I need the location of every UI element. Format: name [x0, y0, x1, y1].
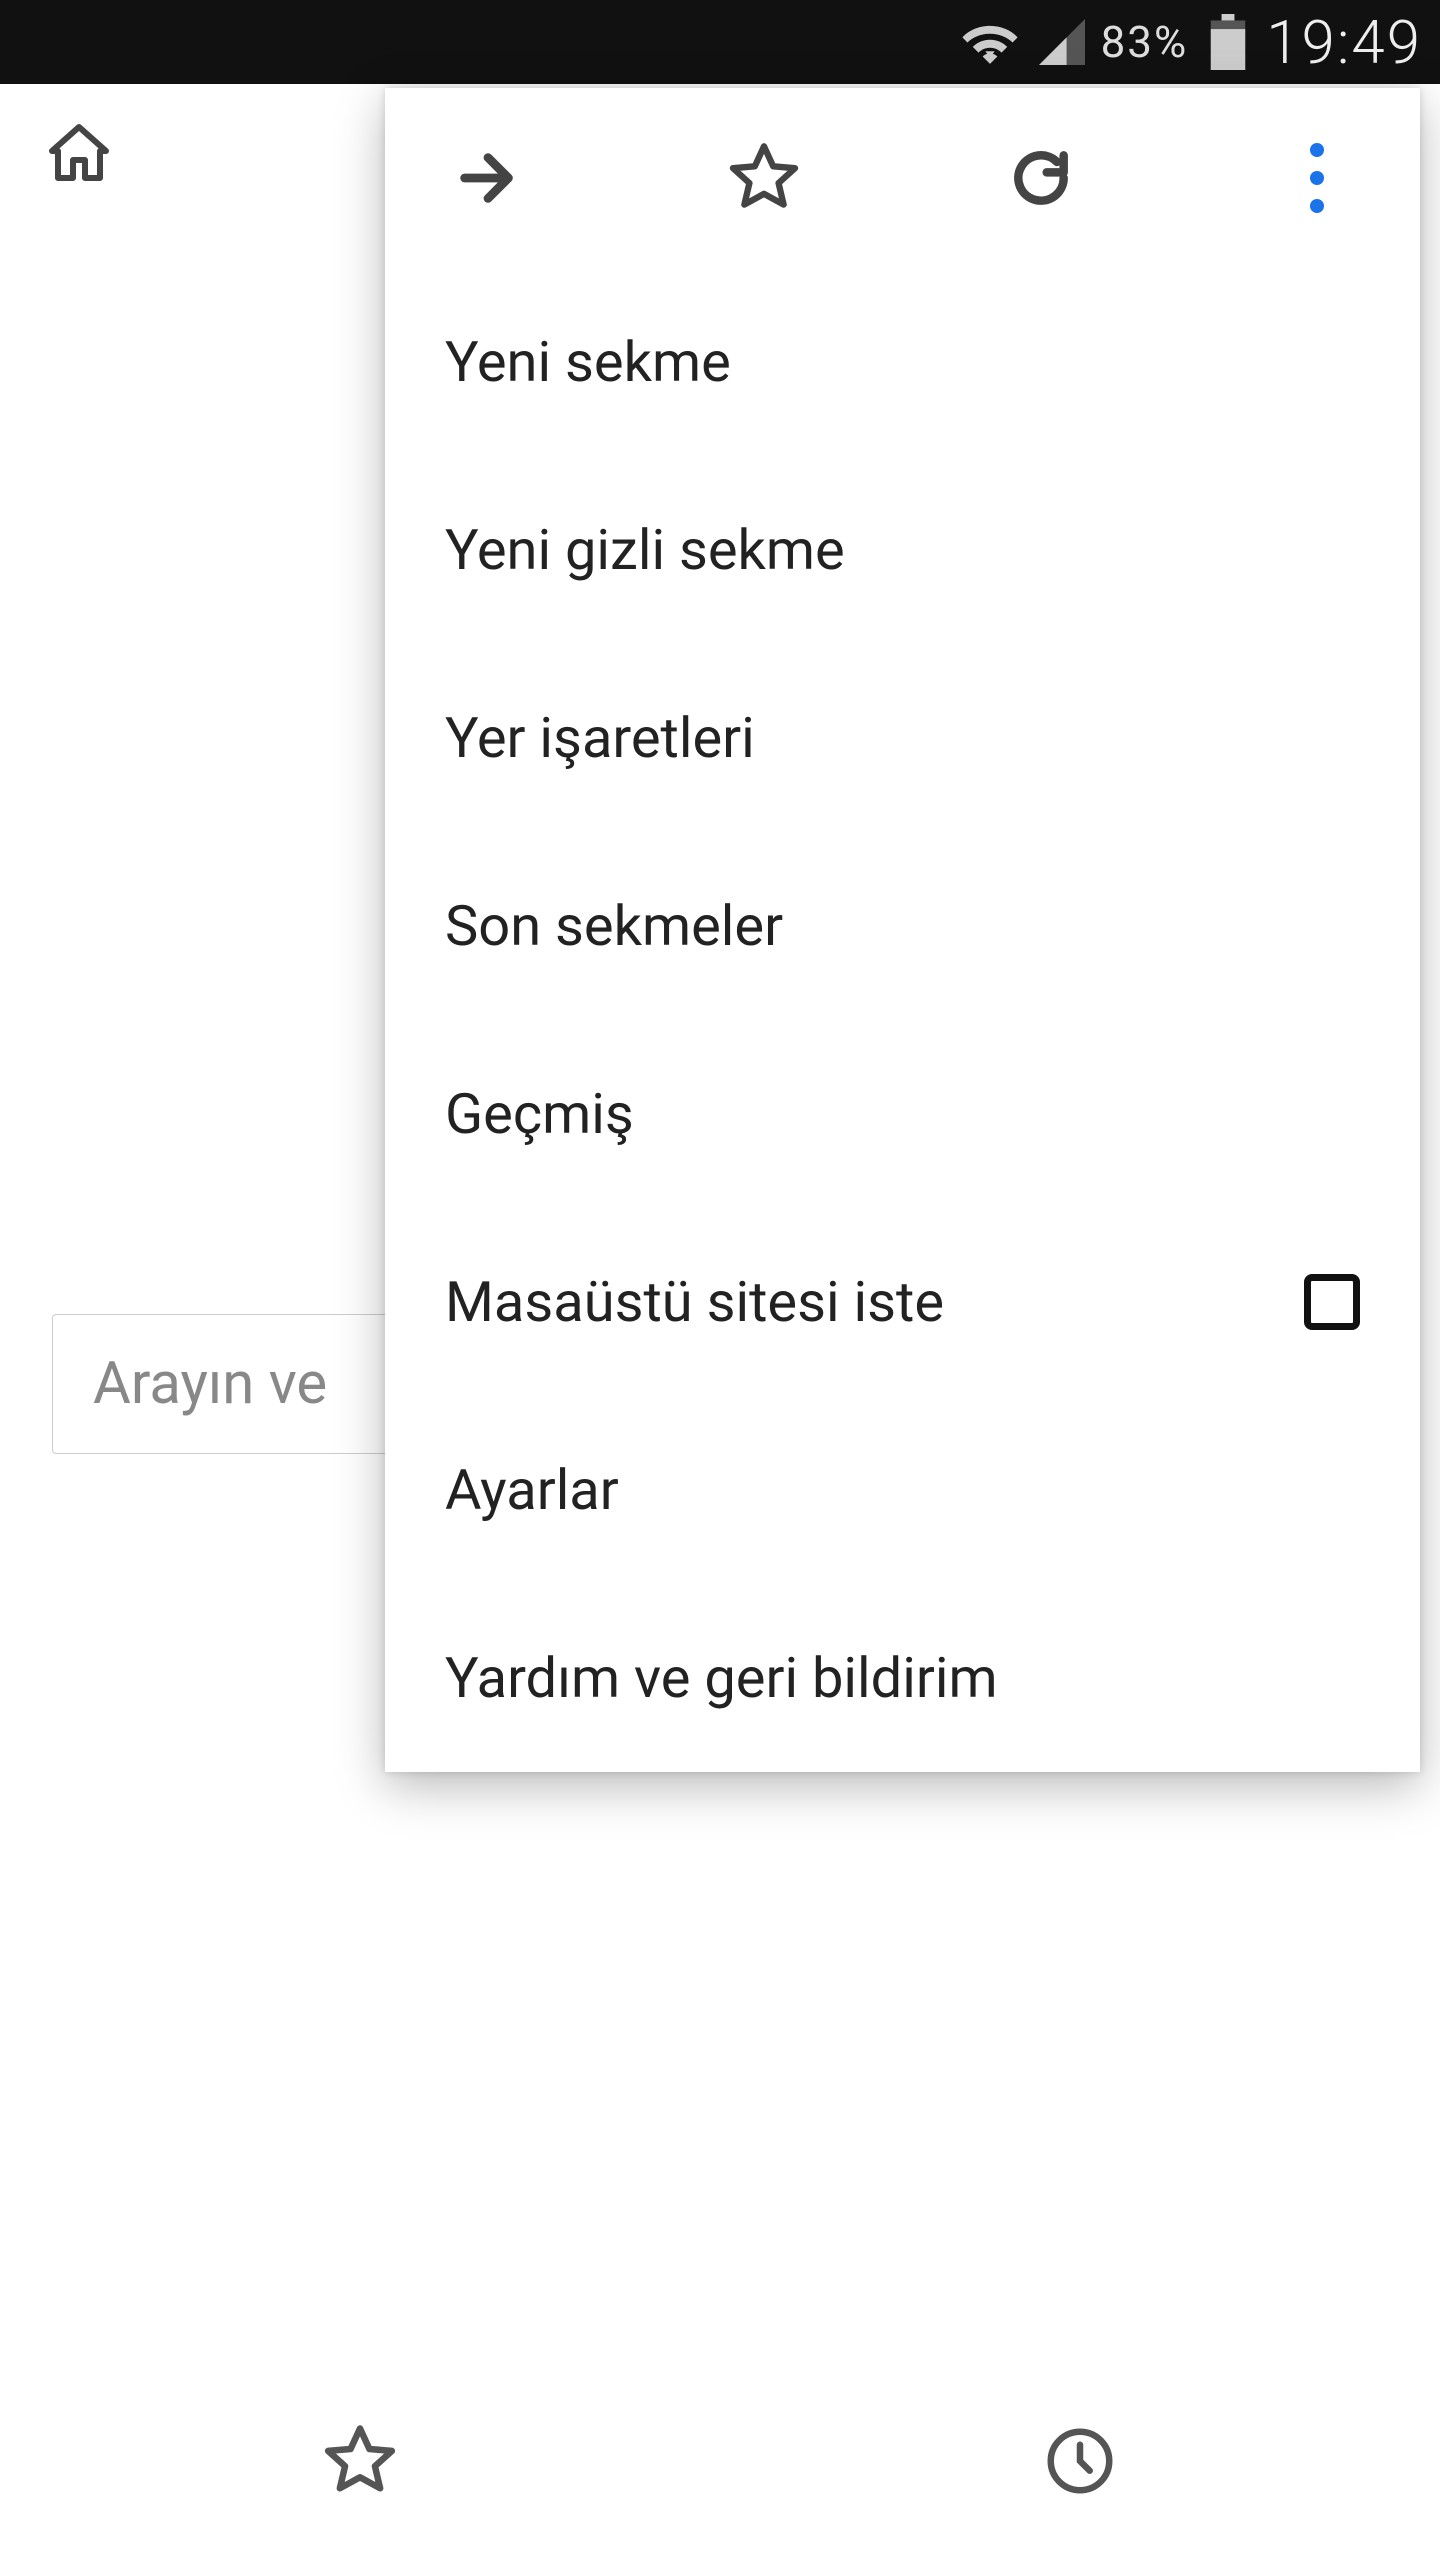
- menu-item-new-tab[interactable]: Yeni sekme: [385, 268, 1420, 456]
- search-placeholder: Arayın ve: [93, 1350, 327, 1418]
- overflow-menu: Yeni sekme Yeni gizli sekme Yer işaretle…: [385, 88, 1420, 1772]
- menu-item-label: Yeni gizli sekme: [445, 517, 845, 583]
- menu-item-settings[interactable]: Ayarlar: [385, 1396, 1420, 1584]
- menu-item-label: Yardım ve geri bildirim: [445, 1645, 998, 1711]
- menu-item-request-desktop-site[interactable]: Masaüstü sitesi iste: [385, 1208, 1420, 1396]
- menu-icon-row: [385, 88, 1420, 268]
- signal-icon: [1037, 19, 1087, 65]
- menu-item-new-incognito-tab[interactable]: Yeni gizli sekme: [385, 456, 1420, 644]
- reload-icon[interactable]: [1002, 139, 1080, 217]
- bookmark-star-icon[interactable]: [725, 139, 803, 217]
- forward-icon[interactable]: [449, 139, 527, 217]
- menu-item-label: Geçmiş: [445, 1081, 634, 1147]
- bottom-bar: [0, 2140, 1440, 2560]
- menu-item-label: Masaüstü sitesi iste: [445, 1269, 944, 1335]
- clock-outline-icon[interactable]: [1041, 2422, 1119, 2500]
- desktop-site-checkbox[interactable]: [1304, 1274, 1360, 1330]
- menu-item-label: Son sekmeler: [445, 893, 783, 959]
- wifi-icon: [961, 19, 1019, 65]
- more-vert-icon[interactable]: [1278, 139, 1356, 217]
- battery-icon: [1208, 14, 1248, 70]
- menu-item-label: Ayarlar: [445, 1457, 619, 1523]
- menu-item-bookmarks[interactable]: Yer işaretleri: [385, 644, 1420, 832]
- menu-item-help-feedback[interactable]: Yardım ve geri bildirim: [385, 1584, 1420, 1772]
- menu-item-recent-tabs[interactable]: Son sekmeler: [385, 832, 1420, 1020]
- menu-item-label: Yeni sekme: [445, 329, 731, 395]
- status-bar: 83% 19:49: [0, 0, 1440, 84]
- home-icon[interactable]: [40, 115, 118, 193]
- menu-item-label: Yer işaretleri: [445, 705, 755, 771]
- menu-item-history[interactable]: Geçmiş: [385, 1020, 1420, 1208]
- star-outline-icon[interactable]: [321, 2422, 399, 2500]
- clock: 19:49: [1266, 7, 1422, 78]
- battery-percent: 83%: [1101, 16, 1189, 68]
